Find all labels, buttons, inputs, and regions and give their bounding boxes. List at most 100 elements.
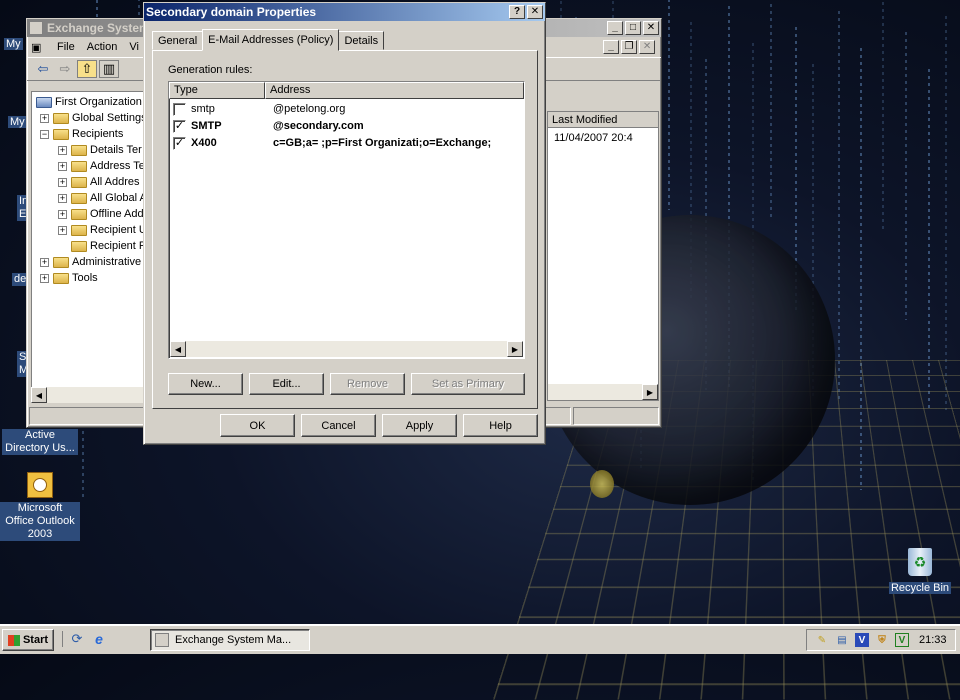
tab-details[interactable]: Details — [338, 31, 384, 50]
close-button[interactable]: ✕ — [643, 21, 659, 35]
show-tree-icon[interactable]: ▥ — [99, 60, 119, 78]
desktop-icon-my-documents[interactable]: My — [4, 38, 23, 51]
expand-icon[interactable]: + — [40, 114, 49, 123]
desktop-icon-my-computer[interactable]: My — [8, 116, 27, 129]
pen-icon[interactable]: ✎ — [815, 633, 829, 647]
tree-item[interactable]: Recipient F — [58, 238, 146, 254]
tree-item[interactable]: + Recipient U — [58, 222, 147, 238]
list-item-date[interactable]: 11/04/2007 20:4 — [548, 128, 658, 144]
minimize-button[interactable]: _ — [607, 21, 623, 35]
server-manager-icon[interactable]: ⟳ — [69, 631, 85, 647]
cancel-button[interactable]: Cancel — [301, 414, 376, 437]
quick-launch: ⟳ e — [62, 631, 107, 647]
security-shield-icon[interactable]: ⛨ — [875, 633, 889, 647]
folder-icon — [53, 257, 69, 268]
start-button[interactable]: Start — [2, 629, 54, 651]
expand-icon[interactable]: + — [58, 210, 67, 219]
table-row[interactable]: smtp @petelong.org — [173, 101, 345, 117]
ok-button[interactable]: OK — [220, 414, 295, 437]
set-as-primary-button[interactable]: Set as Primary — [411, 373, 525, 395]
expand-icon[interactable]: + — [58, 226, 67, 235]
expand-icon[interactable]: + — [58, 178, 67, 187]
antivirus-shield-icon[interactable]: V — [855, 633, 869, 647]
tab-general[interactable]: General — [152, 31, 203, 50]
expand-icon[interactable]: + — [40, 274, 49, 283]
matrix-column — [668, 0, 670, 210]
tab-email-addresses[interactable]: E-Mail Addresses (Policy) — [202, 29, 339, 51]
column-last-modified[interactable]: Last Modified — [548, 112, 658, 128]
expand-icon[interactable]: + — [58, 146, 67, 155]
rule-type: X400 — [191, 137, 273, 149]
help-dialog-button[interactable]: Help — [463, 414, 538, 437]
maximize-button[interactable]: □ — [625, 21, 641, 35]
new-button[interactable]: New... — [168, 373, 243, 395]
network-icon[interactable]: ▤ — [835, 633, 849, 647]
monitor-icon[interactable]: V — [895, 633, 909, 647]
expand-icon[interactable]: + — [40, 258, 49, 267]
remove-button[interactable]: Remove — [330, 373, 405, 395]
scroll-left-icon[interactable]: ◀ — [31, 387, 47, 403]
properties-dialog[interactable]: Secondary domain Properties ? ✕ General … — [143, 2, 546, 445]
tree-item[interactable]: − Recipients — [40, 126, 123, 142]
table-row[interactable]: ✓ SMTP @secondary.com — [173, 118, 364, 134]
expand-icon[interactable]: + — [58, 162, 67, 171]
rule-checkbox[interactable]: ✓ — [173, 137, 186, 150]
menu-action[interactable]: Action — [81, 41, 124, 53]
forward-arrow-icon[interactable]: ⇨ — [55, 60, 75, 78]
column-type[interactable]: Type — [169, 82, 265, 99]
taskbar-exchange-button[interactable]: Exchange System Ma... — [150, 629, 310, 651]
column-address[interactable]: Address — [265, 82, 524, 99]
rule-checkbox[interactable] — [173, 103, 186, 116]
desktop-icon-recycle-bin[interactable]: ♻ Recycle Bin — [888, 548, 952, 595]
child-close-button[interactable]: ✕ — [639, 40, 655, 54]
dialog-close-button[interactable]: ✕ — [527, 5, 543, 19]
tree-item[interactable]: + Offline Add — [58, 206, 144, 222]
scroll-right-icon[interactable]: ▶ — [642, 384, 658, 400]
folder-icon — [71, 145, 87, 156]
tree-item[interactable]: + Global Settings — [40, 110, 147, 126]
generation-rules-list[interactable]: Type Address smtp @petelong.org ✓ SMTP @seco… — [168, 81, 525, 359]
tree-hscroll[interactable]: ◀ — [31, 387, 149, 403]
rule-type: SMTP — [191, 120, 273, 132]
rule-checkbox[interactable]: ✓ — [173, 120, 186, 133]
matrix-column — [928, 69, 930, 410]
table-row[interactable]: ✓ X400 c=GB;a= ;p=First Organizati;o=Excha… — [173, 135, 491, 151]
collapse-icon[interactable]: − — [40, 130, 49, 139]
tree-item[interactable]: + Administrative — [40, 254, 141, 270]
tree-item[interactable]: + All Global A — [58, 190, 147, 206]
apply-button[interactable]: Apply — [382, 414, 457, 437]
desktop-icon-active-directory[interactable]: Active Directory Us... — [0, 429, 80, 455]
tab-panel: Generation rules: Type Address smtp @pete… — [152, 50, 538, 409]
scroll-right-icon[interactable]: ▶ — [507, 341, 523, 357]
child-restore-button[interactable]: ❐ — [621, 40, 637, 54]
menu-view[interactable]: Vi — [123, 41, 145, 53]
tree-item[interactable]: + Details Ter — [58, 142, 142, 158]
generation-rules-label: Generation rules: — [168, 64, 252, 76]
folder-icon — [71, 177, 87, 188]
edit-button[interactable]: Edit... — [249, 373, 324, 395]
tree-item[interactable]: + Tools — [40, 270, 98, 286]
desktop-icon-outlook[interactable]: Microsoft Office Outlook 2003 — [0, 472, 80, 541]
tree-item-label: Recipient U — [90, 222, 147, 238]
scroll-left-icon[interactable]: ◀ — [170, 341, 186, 357]
tree-item-label: Administrative — [72, 254, 141, 270]
tree-item[interactable]: First Organization — [36, 94, 142, 110]
expand-icon[interactable]: + — [58, 194, 67, 203]
folder-icon — [53, 113, 69, 124]
back-arrow-icon[interactable]: ⇦ — [33, 60, 53, 78]
tree-item-label: Recipients — [72, 126, 123, 142]
tree-item[interactable]: + Address Te — [58, 158, 145, 174]
help-button[interactable]: ? — [509, 5, 525, 19]
rule-address: @petelong.org — [273, 103, 345, 115]
details-pane[interactable]: Last Modified 11/04/2007 20:4 ▶ — [547, 111, 659, 401]
internet-explorer-icon[interactable]: e — [91, 631, 107, 647]
child-minimize-button[interactable]: _ — [603, 40, 619, 54]
tree-item[interactable]: + All Addres — [58, 174, 140, 190]
dialog-titlebar[interactable]: Secondary domain Properties ? ✕ — [144, 3, 545, 21]
menu-file[interactable]: File — [51, 41, 81, 53]
up-folder-icon[interactable]: ⇧ — [77, 60, 97, 78]
list-hscroll[interactable]: ◀ ▶ — [170, 341, 523, 357]
details-hscroll[interactable]: ▶ — [548, 384, 658, 400]
exchange-task-icon — [155, 633, 169, 647]
console-tree[interactable]: First Organization + Global Settings − Recip… — [31, 91, 149, 401]
